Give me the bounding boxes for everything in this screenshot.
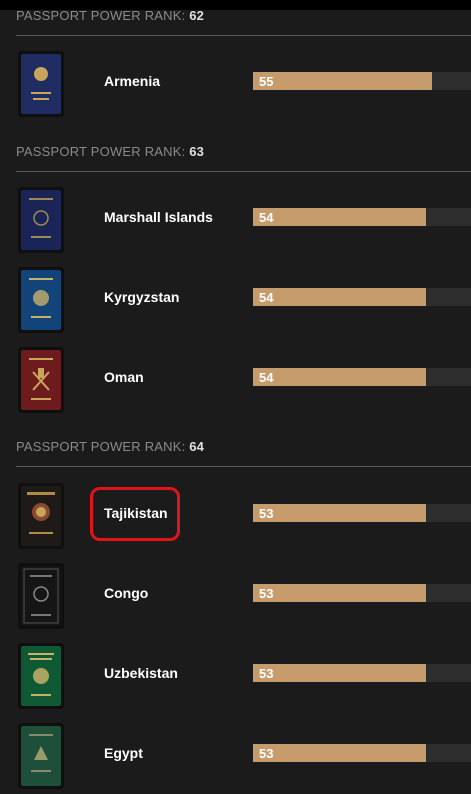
passport-cover <box>21 566 61 626</box>
divider <box>16 35 471 36</box>
country-row-congo[interactable]: Congo 53 <box>0 559 471 629</box>
score-bar: 53 <box>253 584 471 602</box>
country-name[interactable]: Armenia <box>104 73 160 89</box>
score-value: 55 <box>259 74 274 89</box>
score-bar: 53 <box>253 664 471 682</box>
rank-number: 63 <box>189 144 205 159</box>
score-bar-fill <box>253 504 426 522</box>
country-name[interactable]: Egypt <box>104 745 143 761</box>
emblem-icon <box>29 734 53 772</box>
score-bar-fill <box>253 208 426 226</box>
score-value: 53 <box>259 666 274 681</box>
passport-cover <box>21 54 61 114</box>
country-name[interactable]: Marshall Islands <box>104 209 213 225</box>
passport-cover <box>21 726 61 786</box>
highlight-box <box>90 487 180 541</box>
rank-label: PASSPORT POWER RANK: <box>16 144 186 159</box>
passport-cover <box>21 486 61 546</box>
score-bar: 53 <box>253 504 471 522</box>
rank-header-62: PASSPORT POWER RANK: 62 <box>16 8 204 23</box>
rank-number: 62 <box>189 8 205 23</box>
country-row-oman[interactable]: Oman 54 <box>0 343 471 413</box>
country-row-armenia[interactable]: Armenia 55 <box>0 47 471 117</box>
emblem-icon <box>29 358 53 400</box>
country-row-kyrgyzstan[interactable]: Kyrgyzstan 54 <box>0 263 471 333</box>
rank-label: PASSPORT POWER RANK: <box>16 439 186 454</box>
score-value: 54 <box>259 290 274 305</box>
rank-label: PASSPORT POWER RANK: <box>16 8 186 23</box>
country-name[interactable]: Oman <box>104 369 144 385</box>
score-bar-fill <box>253 664 426 682</box>
rank-number: 64 <box>189 439 205 454</box>
divider <box>16 171 471 172</box>
country-name[interactable]: Kyrgyzstan <box>104 289 179 305</box>
score-value: 53 <box>259 506 274 521</box>
passport-cover <box>21 646 61 706</box>
passport-image <box>18 643 64 709</box>
country-row-marshall-islands[interactable]: Marshall Islands 54 <box>0 183 471 253</box>
score-bar-fill <box>253 72 432 90</box>
score-value: 53 <box>259 746 274 761</box>
passport-cover <box>21 270 61 330</box>
score-bar: 54 <box>253 368 471 386</box>
passport-image <box>18 563 64 629</box>
passport-cover <box>21 350 61 410</box>
passport-image <box>18 267 64 333</box>
score-bar-fill <box>253 744 426 762</box>
emblem-icon <box>29 278 53 318</box>
score-bar: 54 <box>253 288 471 306</box>
passport-image <box>18 187 64 253</box>
country-name[interactable]: Congo <box>104 585 148 601</box>
passport-image <box>18 51 64 117</box>
country-row-uzbekistan[interactable]: Uzbekistan 53 <box>0 639 471 709</box>
emblem-icon <box>23 568 59 624</box>
passport-image <box>18 483 64 549</box>
score-bar-fill <box>253 288 426 306</box>
passport-image <box>18 723 64 789</box>
divider <box>16 466 471 467</box>
score-bar: 53 <box>253 744 471 762</box>
passport-image <box>18 347 64 413</box>
country-name[interactable]: Uzbekistan <box>104 665 178 681</box>
score-bar-fill <box>253 368 426 386</box>
emblem-icon <box>29 198 53 238</box>
emblem-icon <box>27 492 55 534</box>
country-row-tajikistan[interactable]: Tajikistan 53 <box>0 479 471 549</box>
passport-cover <box>21 190 61 250</box>
score-value: 54 <box>259 210 274 225</box>
rank-header-63: PASSPORT POWER RANK: 63 <box>16 144 204 159</box>
emblem-icon <box>31 67 51 100</box>
emblem-icon <box>28 653 54 696</box>
score-bar-fill <box>253 584 426 602</box>
score-bar: 54 <box>253 208 471 226</box>
score-bar: 55 <box>253 72 471 90</box>
country-row-egypt[interactable]: Egypt 53 <box>0 719 471 789</box>
rank-header-64: PASSPORT POWER RANK: 64 <box>16 439 204 454</box>
score-value: 53 <box>259 586 274 601</box>
score-value: 54 <box>259 370 274 385</box>
